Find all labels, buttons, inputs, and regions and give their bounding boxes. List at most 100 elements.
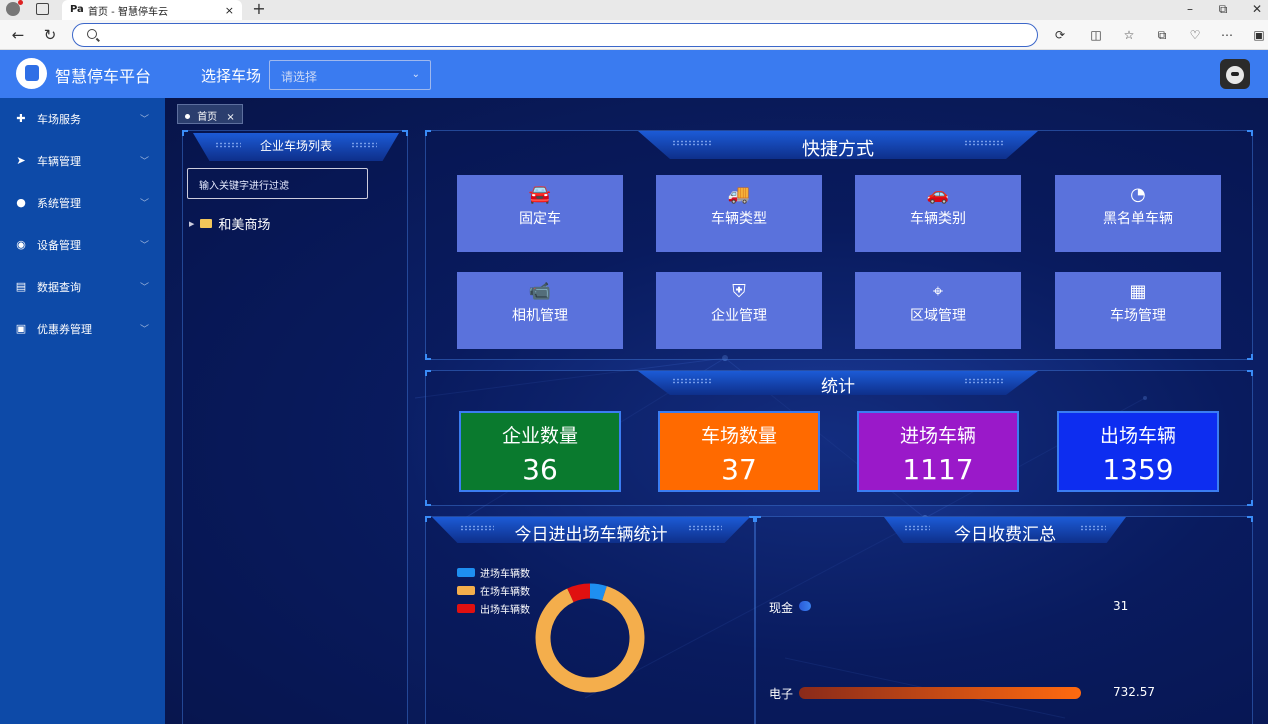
split-screen-icon[interactable]: ◫ xyxy=(1089,28,1103,42)
donut-slice-1[interactable] xyxy=(535,583,645,693)
tree-item-label: 和美商场 xyxy=(218,218,271,233)
fee-label-cash: 现金 xyxy=(769,601,794,615)
chevron-down-icon: ﹀ xyxy=(139,241,149,251)
stat-card-enterprises: 企业数量 36 xyxy=(459,411,621,492)
sidebar-item-label: 车辆管理 xyxy=(37,155,81,168)
folder-icon xyxy=(200,219,213,228)
close-window-button[interactable]: ✕ xyxy=(1242,0,1268,20)
stat-card-entries: 进场车辆 1117 xyxy=(857,411,1019,492)
tab-tag-home[interactable]: 首页 × xyxy=(177,104,243,124)
shield-icon: ⛨ xyxy=(732,281,746,302)
refresh-icon[interactable]: ↻ xyxy=(40,26,60,44)
fee-value-electronic: 732.57 xyxy=(1113,685,1155,699)
sidebar-item-vehicle-management[interactable]: ➤ 车辆管理 ﹀ xyxy=(0,140,165,182)
tree-item-hemei[interactable]: ▶ 和美商场 xyxy=(189,214,270,233)
tab-actions-icon[interactable] xyxy=(36,3,49,15)
sidebar-item-label: 系统管理 xyxy=(37,197,81,210)
today-vehicles-title: 今日进出场车辆统计 xyxy=(432,517,750,543)
camera-icon: ◉ xyxy=(16,238,26,251)
browser-tab-title: 首页 - 智慧停车云 xyxy=(88,6,168,18)
chevron-down-icon: ﹀ xyxy=(139,283,149,293)
collections-icon[interactable]: ⧉ xyxy=(1155,28,1169,42)
sidebar-item-label: 数据查询 xyxy=(37,281,81,294)
quick-actions-title: 快捷方式 xyxy=(638,131,1038,159)
cctv-icon: 📹 xyxy=(528,281,552,302)
stat-card-lots: 车场数量 37 xyxy=(658,411,820,492)
avatar[interactable] xyxy=(1220,59,1250,89)
extensions-icon[interactable]: ⟳ xyxy=(1053,28,1067,42)
active-dot-icon xyxy=(185,114,190,119)
chevron-down-icon: ﹀ xyxy=(139,325,149,335)
gift-icon: ▣ xyxy=(15,322,27,335)
today-fees-title: 今日收费汇总 xyxy=(884,517,1126,543)
grid-icon: ▦ xyxy=(1129,281,1147,302)
target-icon: ⌖ xyxy=(932,281,944,302)
fee-bar-cash xyxy=(799,601,811,611)
car-gear-icon: 🚘 xyxy=(528,184,552,205)
tab-close-icon[interactable]: × xyxy=(225,4,234,17)
main-content: 首页 × 企业车场列表 输入关键字进行过滤 ▶ 和美商场 快捷方式 🚘 固定车 🚚… xyxy=(165,98,1268,724)
sidebar-toggle-icon[interactable]: ▣ xyxy=(1252,28,1266,42)
quick-lot-management-button[interactable]: ▦ 车场管理 xyxy=(1055,272,1221,349)
sidebar-item-data-query[interactable]: ▤ 数据查询 ﹀ xyxy=(0,266,165,308)
browser-essentials-icon[interactable]: ♡ xyxy=(1188,28,1202,42)
chevron-down-icon: ﹀ xyxy=(139,115,149,125)
back-arrow-icon[interactable]: ← xyxy=(8,26,28,44)
fee-bar-electronic xyxy=(799,687,1081,699)
favorites-icon[interactable]: ☆ xyxy=(1122,28,1136,42)
sidebar-item-parking-service[interactable]: ✚ 车场服务 ﹀ xyxy=(0,98,165,140)
tag-label: 首页 xyxy=(197,112,218,123)
sidebar-item-coupon-management[interactable]: ▣ 优惠券管理 ﹀ xyxy=(0,308,165,350)
restore-button[interactable]: ⧉ xyxy=(1208,0,1238,20)
fee-value-cash: 31 xyxy=(1113,599,1129,613)
tag-close-icon[interactable]: × xyxy=(226,112,234,123)
favicon-icon: Pa xyxy=(70,4,84,15)
sidebar-item-label: 优惠券管理 xyxy=(37,323,92,336)
quick-vehicle-category-button[interactable]: 🚗 车辆类别 xyxy=(855,175,1021,252)
quick-vehicle-type-button[interactable]: 🚚 车辆类型 xyxy=(656,175,822,252)
fee-label-electronic: 电子 xyxy=(769,687,794,701)
legend-item-present[interactable]: 在场车辆数 xyxy=(457,581,530,599)
select-lot-caption: 选择车场 xyxy=(201,67,262,85)
user-icon: ● xyxy=(16,196,26,209)
address-bar-row: ← ↻ ⟳ ◫ ☆ ⧉ ♡ ⋯ ▣ xyxy=(0,20,1268,50)
address-input[interactable] xyxy=(72,23,1038,47)
chevron-down-icon: ﹀ xyxy=(139,199,149,209)
legend-item-in[interactable]: 进场车辆数 xyxy=(457,563,530,581)
expand-arrow-icon[interactable]: ▶ xyxy=(189,220,194,228)
truck-icon: 🚚 xyxy=(727,184,751,205)
car-icon: 🚗 xyxy=(926,184,950,205)
legend-item-out[interactable]: 出场车辆数 xyxy=(457,599,530,617)
stats-title: 统计 xyxy=(638,371,1038,395)
pie-chart-icon: ◔ xyxy=(1130,184,1146,205)
sidebar-item-system-management[interactable]: ● 系统管理 ﹀ xyxy=(0,182,165,224)
stat-card-exits: 出场车辆 1359 xyxy=(1057,411,1219,492)
quick-camera-button[interactable]: 📹 相机管理 xyxy=(457,272,623,349)
paper-plane-icon: ➤ xyxy=(16,154,26,167)
sidebar-item-label: 车场服务 xyxy=(37,113,81,126)
plus-circle-icon: ✚ xyxy=(16,112,26,125)
clipboard-icon: ▤ xyxy=(15,280,27,293)
sidebar-item-device-management[interactable]: ◉ 设备管理 ﹀ xyxy=(0,224,165,266)
more-menu-icon[interactable]: ⋯ xyxy=(1220,28,1234,42)
quick-enterprise-button[interactable]: ⛨ 企业管理 xyxy=(656,272,822,349)
search-icon xyxy=(87,29,97,39)
parking-lot-select[interactable]: 请选择 ⌄ xyxy=(269,60,431,90)
browser-tab[interactable]: Pa 首页 - 智慧停车云 × xyxy=(62,0,242,20)
app-header: 智慧停车平台 选择车场 请选择 ⌄ xyxy=(0,50,1268,98)
new-tab-button[interactable]: + xyxy=(250,0,268,20)
profile-icon[interactable] xyxy=(6,0,23,16)
lot-list-title: 企业车场列表 xyxy=(193,133,399,161)
select-placeholder: 请选择 xyxy=(281,70,318,84)
chart-legend: 进场车辆数 在场车辆数 出场车辆数 xyxy=(457,563,530,617)
quick-fixed-car-button[interactable]: 🚘 固定车 xyxy=(457,175,623,252)
quick-blacklist-button[interactable]: ◔ 黑名单车辆 xyxy=(1055,175,1221,252)
sidebar-item-label: 设备管理 xyxy=(37,239,81,252)
browser-tab-bar: Pa 首页 - 智慧停车云 × + – ⧉ ✕ xyxy=(0,0,1268,20)
quick-area-button[interactable]: ⌖ 区域管理 xyxy=(855,272,1021,349)
vehicles-donut-chart xyxy=(535,583,645,693)
minimize-button[interactable]: – xyxy=(1175,0,1205,20)
app-logo xyxy=(16,58,47,89)
app-title: 智慧停车平台 xyxy=(55,67,152,86)
lot-filter-input[interactable]: 输入关键字进行过滤 xyxy=(187,168,368,199)
